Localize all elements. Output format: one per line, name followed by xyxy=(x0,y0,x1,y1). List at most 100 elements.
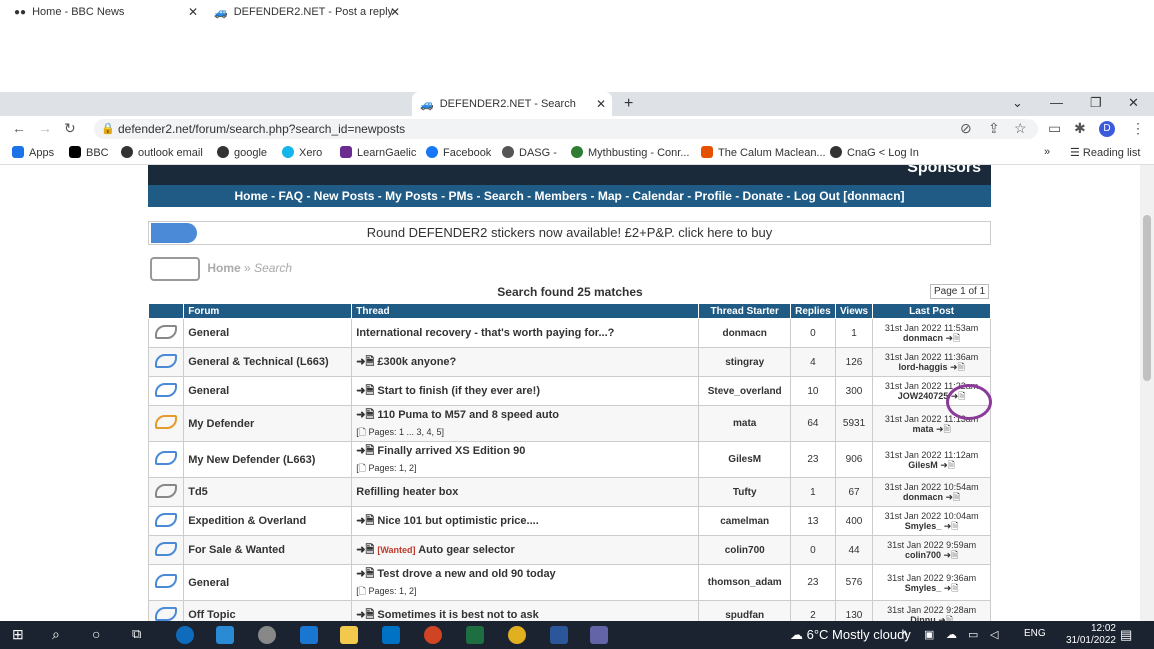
goto-last-post-icon[interactable]: ➜🗎 xyxy=(940,460,955,470)
thread-pages[interactable]: [🗋 Pages: 1 ... 3, 4, 5] xyxy=(356,425,694,441)
new-post-icon[interactable]: ➜🗎 xyxy=(356,385,374,397)
bookmark-apps[interactable]: Apps xyxy=(12,146,54,159)
lock-icon[interactable]: 🔒 xyxy=(101,122,115,135)
new-post-icon[interactable]: ➜🗎 xyxy=(356,445,374,457)
new-tab-button[interactable]: + xyxy=(624,95,633,113)
thread-title[interactable]: Auto gear selector xyxy=(418,544,515,556)
chat-icon[interactable]: ▭ xyxy=(1048,120,1061,137)
goto-last-post-icon[interactable]: ➜🗎 xyxy=(944,521,959,531)
last-post-user[interactable]: Smyles_ xyxy=(905,583,942,593)
thread-cell[interactable]: ➜🗎 £300k anyone? xyxy=(351,347,700,377)
thread-starter[interactable]: stingray xyxy=(698,347,791,377)
goto-last-post-icon[interactable]: ➜🗎 xyxy=(945,492,960,502)
chrome-icon[interactable] xyxy=(508,626,526,644)
close-icon[interactable]: ✕ xyxy=(596,97,606,111)
forum-link[interactable]: General & Technical (L663) xyxy=(183,347,353,377)
thread-title[interactable]: Start to finish (if they ever are!) xyxy=(377,385,540,397)
thread-starter[interactable]: camelman xyxy=(698,506,791,536)
bookmark-facebook[interactable]: Facebook xyxy=(426,146,491,159)
system-clock[interactable]: 12:02 31/01/2022 xyxy=(1066,623,1116,647)
bookmark-cnag[interactable]: CnaG < Log In xyxy=(830,146,919,159)
site-nav[interactable]: Home - FAQ - New Posts - My Posts - PMs … xyxy=(148,185,991,207)
goto-last-post-icon[interactable]: ➜🗎 xyxy=(945,333,960,343)
thread-title[interactable]: Sometimes it is best not to ask xyxy=(377,609,538,621)
bookmark-dasg[interactable]: DASG - xyxy=(502,146,557,159)
last-post-user[interactable]: lord-haggis xyxy=(898,362,947,372)
thread-starter[interactable]: Steve_overland xyxy=(698,376,791,406)
goto-last-post-icon[interactable]: ➜🗎 xyxy=(943,550,958,560)
minimize-button[interactable]: — xyxy=(1050,95,1063,110)
forum-link[interactable]: General xyxy=(183,376,353,406)
bookmark-google[interactable]: google xyxy=(217,146,267,159)
new-post-icon[interactable]: ➜🗎 xyxy=(356,609,374,621)
excel-icon[interactable] xyxy=(466,626,484,644)
thread-cell[interactable]: International recovery - that's worth pa… xyxy=(351,318,700,348)
chevron-up-icon[interactable]: ^ xyxy=(902,628,920,646)
new-post-icon[interactable]: ➜🗎 xyxy=(356,568,374,580)
close-icon[interactable]: ✕ xyxy=(390,5,400,19)
meet-now-icon[interactable]: ▣ xyxy=(924,628,942,646)
sponsor-banner[interactable]: Sponsors xyxy=(148,165,991,185)
new-post-icon[interactable]: ➜🗎 xyxy=(356,409,374,421)
thread-cell[interactable]: ➜🗎 Finally arrived XS Edition 90 [🗋 Pages… xyxy=(351,441,700,478)
tab-defender-reply[interactable]: 🚙 DEFENDER2.NET - Post a reply ✕ xyxy=(214,0,406,24)
thread-cell[interactable]: Refilling heater box xyxy=(351,477,700,507)
share-icon[interactable]: ⇪ xyxy=(988,120,1000,137)
new-post-icon[interactable]: ➜🗎 xyxy=(356,515,374,527)
scrollbar-thumb[interactable] xyxy=(1143,215,1151,381)
thread-title[interactable]: Finally arrived XS Edition 90 xyxy=(377,445,525,457)
volume-icon[interactable]: ◁ xyxy=(990,628,1008,646)
bookmarks-overflow-icon[interactable]: » xyxy=(1044,146,1050,158)
bookmark-calum[interactable]: The Calum Maclean... xyxy=(701,146,826,159)
goto-last-post-icon[interactable]: ➜🗎 xyxy=(950,362,965,372)
last-post-user[interactable]: donmacn xyxy=(903,333,943,343)
thread-starter[interactable]: mata xyxy=(698,405,791,442)
bookmark-learngaelic[interactable]: LearnGaelic xyxy=(340,146,416,159)
network-icon[interactable]: ▭ xyxy=(968,628,986,646)
forum-link[interactable]: Off Topic xyxy=(183,600,353,621)
goto-last-post-icon[interactable]: ➜🗎 xyxy=(936,424,951,434)
last-post-user[interactable]: GilesM xyxy=(908,460,938,470)
goto-last-post-icon[interactable]: ➜🗎 xyxy=(944,583,959,593)
bookmark-outlook[interactable]: outlook email xyxy=(121,146,203,159)
thread-pages[interactable]: [🗋 Pages: 1, 2] xyxy=(356,584,694,600)
windows-start-icon[interactable]: ⊞ xyxy=(12,626,30,644)
thread-title[interactable]: £300k anyone? xyxy=(377,356,456,368)
onedrive-icon[interactable]: ☁ xyxy=(946,628,964,646)
bookmark-mythbusting[interactable]: Mythbusting - Conr... xyxy=(571,146,690,159)
forum-link[interactable]: For Sale & Wanted xyxy=(183,535,353,565)
thread-title[interactable]: Test drove a new and old 90 today xyxy=(377,568,555,580)
new-post-icon[interactable]: ➜🗎 xyxy=(356,544,374,556)
forum-link[interactable]: My Defender xyxy=(183,405,353,442)
last-post-user[interactable]: donmacn xyxy=(903,492,943,502)
forum-link[interactable]: Td5 xyxy=(183,477,353,507)
restore-button[interactable]: ❐ xyxy=(1090,95,1102,111)
last-post-user[interactable]: colin700 xyxy=(905,550,941,560)
thread-cell[interactable]: ➜🗎 110 Puma to M57 and 8 speed auto [🗋 Pa… xyxy=(351,405,700,442)
settings-icon[interactable] xyxy=(258,626,276,644)
reading-list-button[interactable]: ☰ Reading list xyxy=(1070,146,1140,159)
menu-icon[interactable]: ⋮ xyxy=(1131,120,1145,137)
thread-cell[interactable]: ➜🗎 Test drove a new and old 90 today [🗋 P… xyxy=(351,564,700,601)
cortana-icon[interactable]: ○ xyxy=(92,626,110,644)
word-icon[interactable] xyxy=(550,626,568,644)
url-text[interactable]: defender2.net/forum/search.php?search_id… xyxy=(118,122,405,136)
last-post-user[interactable]: mata xyxy=(912,424,933,434)
forum-link[interactable]: General xyxy=(183,564,353,601)
thread-starter[interactable]: GilesM xyxy=(698,441,791,478)
bookmark-xero[interactable]: Xero xyxy=(282,146,322,159)
store-icon[interactable] xyxy=(216,626,234,644)
last-post-user[interactable]: Smyles_ xyxy=(905,521,942,531)
thread-title[interactable]: 110 Puma to M57 and 8 speed auto xyxy=(377,409,559,421)
notifications-icon[interactable]: ▤ xyxy=(1120,627,1138,645)
extensions-icon[interactable]: ✱ xyxy=(1074,120,1086,137)
search-icon[interactable]: ⌕ xyxy=(52,626,70,644)
outlook-app-icon[interactable] xyxy=(382,626,400,644)
forward-icon[interactable]: → xyxy=(38,120,52,136)
teams-icon[interactable] xyxy=(590,626,608,644)
tab-bbc[interactable]: ●● Home - BBC News ✕ xyxy=(14,0,204,24)
close-window-button[interactable]: ✕ xyxy=(1128,95,1139,111)
forum-link[interactable]: Expedition & Overland xyxy=(183,506,353,536)
thread-cell[interactable]: ➜🗎 Nice 101 but optimistic price.... xyxy=(351,506,700,536)
thread-cell[interactable]: ➜🗎 [Wanted] Auto gear selector xyxy=(351,535,700,565)
